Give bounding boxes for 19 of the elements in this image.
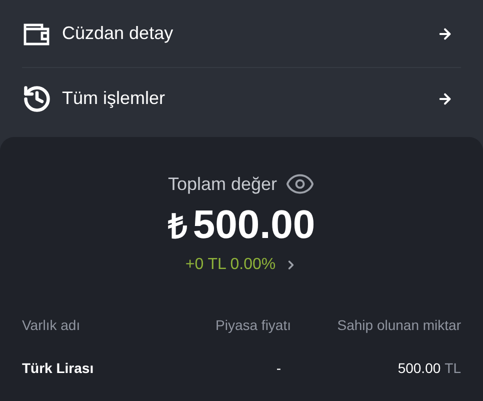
held-amount: 500.00 bbox=[398, 359, 441, 378]
asset-name: Türk Lirası bbox=[22, 359, 95, 378]
menu-label: Tüm işlemler bbox=[62, 87, 166, 110]
column-header: Sahip olunan miktar bbox=[337, 316, 461, 335]
column-header: Varlık adı bbox=[22, 316, 82, 335]
market-price: - bbox=[276, 359, 282, 378]
menu-label: Cüzdan detay bbox=[62, 22, 174, 45]
total-label: Toplam değer bbox=[168, 172, 278, 196]
arrow-right-icon bbox=[437, 90, 453, 106]
column-header: Piyasa fiyatı bbox=[216, 316, 291, 335]
amount-unit: TL bbox=[444, 359, 461, 378]
menu-item[interactable]: Tüm işlemler bbox=[22, 68, 461, 129]
menu-item[interactable]: Cüzdan detay bbox=[22, 0, 461, 68]
wallet-icon bbox=[23, 22, 51, 46]
change-value: +0 TL 0.00% bbox=[185, 255, 276, 275]
history-icon bbox=[22, 84, 52, 114]
currency-symbol: ₺ bbox=[168, 207, 187, 248]
arrow-right-icon bbox=[437, 26, 453, 42]
total-amount: 500.00 bbox=[192, 202, 316, 249]
